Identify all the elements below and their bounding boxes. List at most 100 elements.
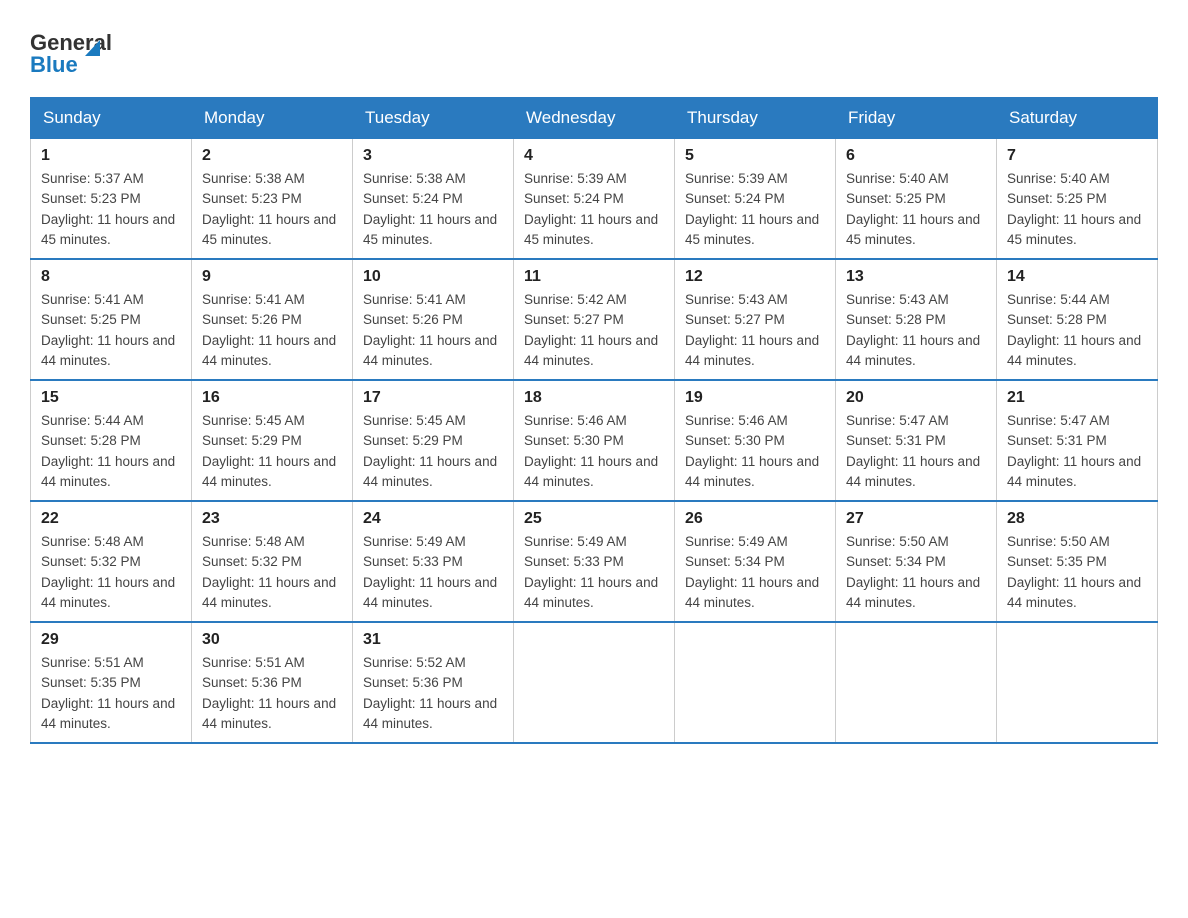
calendar-cell: 31 Sunrise: 5:52 AM Sunset: 5:36 PM Dayl… [353,622,514,743]
calendar-cell: 13 Sunrise: 5:43 AM Sunset: 5:28 PM Dayl… [836,259,997,380]
day-info: Sunrise: 5:41 AM Sunset: 5:26 PM Dayligh… [363,290,503,371]
calendar-cell: 2 Sunrise: 5:38 AM Sunset: 5:23 PM Dayli… [192,139,353,260]
day-info: Sunrise: 5:44 AM Sunset: 5:28 PM Dayligh… [1007,290,1147,371]
day-number: 21 [1007,389,1147,407]
calendar-cell: 30 Sunrise: 5:51 AM Sunset: 5:36 PM Dayl… [192,622,353,743]
day-info: Sunrise: 5:38 AM Sunset: 5:23 PM Dayligh… [202,169,342,250]
day-number: 11 [524,268,664,286]
calendar-cell: 18 Sunrise: 5:46 AM Sunset: 5:30 PM Dayl… [514,380,675,501]
day-info: Sunrise: 5:43 AM Sunset: 5:28 PM Dayligh… [846,290,986,371]
calendar-cell [675,622,836,743]
day-info: Sunrise: 5:43 AM Sunset: 5:27 PM Dayligh… [685,290,825,371]
calendar-cell: 24 Sunrise: 5:49 AM Sunset: 5:33 PM Dayl… [353,501,514,622]
day-info: Sunrise: 5:48 AM Sunset: 5:32 PM Dayligh… [41,532,181,613]
day-number: 6 [846,147,986,165]
calendar-cell: 25 Sunrise: 5:49 AM Sunset: 5:33 PM Dayl… [514,501,675,622]
calendar-cell: 12 Sunrise: 5:43 AM Sunset: 5:27 PM Dayl… [675,259,836,380]
day-number: 16 [202,389,342,407]
calendar-cell: 5 Sunrise: 5:39 AM Sunset: 5:24 PM Dayli… [675,139,836,260]
weekday-header: Saturday [997,98,1158,139]
calendar-cell: 6 Sunrise: 5:40 AM Sunset: 5:25 PM Dayli… [836,139,997,260]
day-info: Sunrise: 5:38 AM Sunset: 5:24 PM Dayligh… [363,169,503,250]
calendar-cell: 10 Sunrise: 5:41 AM Sunset: 5:26 PM Dayl… [353,259,514,380]
weekday-header: Wednesday [514,98,675,139]
day-info: Sunrise: 5:51 AM Sunset: 5:35 PM Dayligh… [41,653,181,734]
calendar-table: SundayMondayTuesdayWednesdayThursdayFrid… [30,97,1158,744]
day-info: Sunrise: 5:42 AM Sunset: 5:27 PM Dayligh… [524,290,664,371]
day-number: 24 [363,510,503,528]
calendar-cell: 21 Sunrise: 5:47 AM Sunset: 5:31 PM Dayl… [997,380,1158,501]
calendar-cell: 15 Sunrise: 5:44 AM Sunset: 5:28 PM Dayl… [31,380,192,501]
day-info: Sunrise: 5:45 AM Sunset: 5:29 PM Dayligh… [202,411,342,492]
day-number: 13 [846,268,986,286]
calendar-cell: 9 Sunrise: 5:41 AM Sunset: 5:26 PM Dayli… [192,259,353,380]
day-info: Sunrise: 5:40 AM Sunset: 5:25 PM Dayligh… [1007,169,1147,250]
calendar-cell: 23 Sunrise: 5:48 AM Sunset: 5:32 PM Dayl… [192,501,353,622]
day-info: Sunrise: 5:40 AM Sunset: 5:25 PM Dayligh… [846,169,986,250]
day-info: Sunrise: 5:51 AM Sunset: 5:36 PM Dayligh… [202,653,342,734]
calendar-cell: 3 Sunrise: 5:38 AM Sunset: 5:24 PM Dayli… [353,139,514,260]
weekday-header: Sunday [31,98,192,139]
day-info: Sunrise: 5:44 AM Sunset: 5:28 PM Dayligh… [41,411,181,492]
calendar-cell [514,622,675,743]
calendar-week-row: 1 Sunrise: 5:37 AM Sunset: 5:23 PM Dayli… [31,139,1158,260]
svg-text:Blue: Blue [30,52,78,77]
day-info: Sunrise: 5:50 AM Sunset: 5:35 PM Dayligh… [1007,532,1147,613]
calendar-cell: 19 Sunrise: 5:46 AM Sunset: 5:30 PM Dayl… [675,380,836,501]
day-number: 22 [41,510,181,528]
day-number: 26 [685,510,825,528]
day-number: 1 [41,147,181,165]
day-number: 15 [41,389,181,407]
day-number: 5 [685,147,825,165]
day-number: 25 [524,510,664,528]
weekday-header: Thursday [675,98,836,139]
calendar-cell [836,622,997,743]
calendar-week-row: 22 Sunrise: 5:48 AM Sunset: 5:32 PM Dayl… [31,501,1158,622]
calendar-week-row: 15 Sunrise: 5:44 AM Sunset: 5:28 PM Dayl… [31,380,1158,501]
weekday-header: Friday [836,98,997,139]
day-number: 7 [1007,147,1147,165]
day-info: Sunrise: 5:41 AM Sunset: 5:25 PM Dayligh… [41,290,181,371]
day-number: 18 [524,389,664,407]
day-number: 27 [846,510,986,528]
day-info: Sunrise: 5:48 AM Sunset: 5:32 PM Dayligh… [202,532,342,613]
calendar-week-row: 29 Sunrise: 5:51 AM Sunset: 5:35 PM Dayl… [31,622,1158,743]
day-number: 8 [41,268,181,286]
day-number: 30 [202,631,342,649]
day-number: 31 [363,631,503,649]
day-info: Sunrise: 5:45 AM Sunset: 5:29 PM Dayligh… [363,411,503,492]
day-number: 28 [1007,510,1147,528]
calendar-cell: 28 Sunrise: 5:50 AM Sunset: 5:35 PM Dayl… [997,501,1158,622]
day-info: Sunrise: 5:50 AM Sunset: 5:34 PM Dayligh… [846,532,986,613]
calendar-cell: 17 Sunrise: 5:45 AM Sunset: 5:29 PM Dayl… [353,380,514,501]
calendar-cell: 22 Sunrise: 5:48 AM Sunset: 5:32 PM Dayl… [31,501,192,622]
day-number: 20 [846,389,986,407]
day-number: 14 [1007,268,1147,286]
day-number: 4 [524,147,664,165]
calendar-cell: 4 Sunrise: 5:39 AM Sunset: 5:24 PM Dayli… [514,139,675,260]
page-header: General Blue [30,20,1158,87]
day-info: Sunrise: 5:39 AM Sunset: 5:24 PM Dayligh… [524,169,664,250]
day-info: Sunrise: 5:47 AM Sunset: 5:31 PM Dayligh… [846,411,986,492]
day-info: Sunrise: 5:49 AM Sunset: 5:33 PM Dayligh… [524,532,664,613]
calendar-cell: 11 Sunrise: 5:42 AM Sunset: 5:27 PM Dayl… [514,259,675,380]
day-info: Sunrise: 5:47 AM Sunset: 5:31 PM Dayligh… [1007,411,1147,492]
day-number: 23 [202,510,342,528]
day-number: 17 [363,389,503,407]
day-info: Sunrise: 5:46 AM Sunset: 5:30 PM Dayligh… [685,411,825,492]
day-info: Sunrise: 5:41 AM Sunset: 5:26 PM Dayligh… [202,290,342,371]
calendar-cell: 7 Sunrise: 5:40 AM Sunset: 5:25 PM Dayli… [997,139,1158,260]
weekday-header: Tuesday [353,98,514,139]
day-info: Sunrise: 5:52 AM Sunset: 5:36 PM Dayligh… [363,653,503,734]
weekday-header-row: SundayMondayTuesdayWednesdayThursdayFrid… [31,98,1158,139]
day-number: 10 [363,268,503,286]
calendar-cell: 16 Sunrise: 5:45 AM Sunset: 5:29 PM Dayl… [192,380,353,501]
calendar-cell: 26 Sunrise: 5:49 AM Sunset: 5:34 PM Dayl… [675,501,836,622]
calendar-cell: 8 Sunrise: 5:41 AM Sunset: 5:25 PM Dayli… [31,259,192,380]
day-info: Sunrise: 5:49 AM Sunset: 5:34 PM Dayligh… [685,532,825,613]
day-number: 2 [202,147,342,165]
calendar-cell: 1 Sunrise: 5:37 AM Sunset: 5:23 PM Dayli… [31,139,192,260]
day-number: 19 [685,389,825,407]
calendar-cell: 29 Sunrise: 5:51 AM Sunset: 5:35 PM Dayl… [31,622,192,743]
day-info: Sunrise: 5:39 AM Sunset: 5:24 PM Dayligh… [685,169,825,250]
